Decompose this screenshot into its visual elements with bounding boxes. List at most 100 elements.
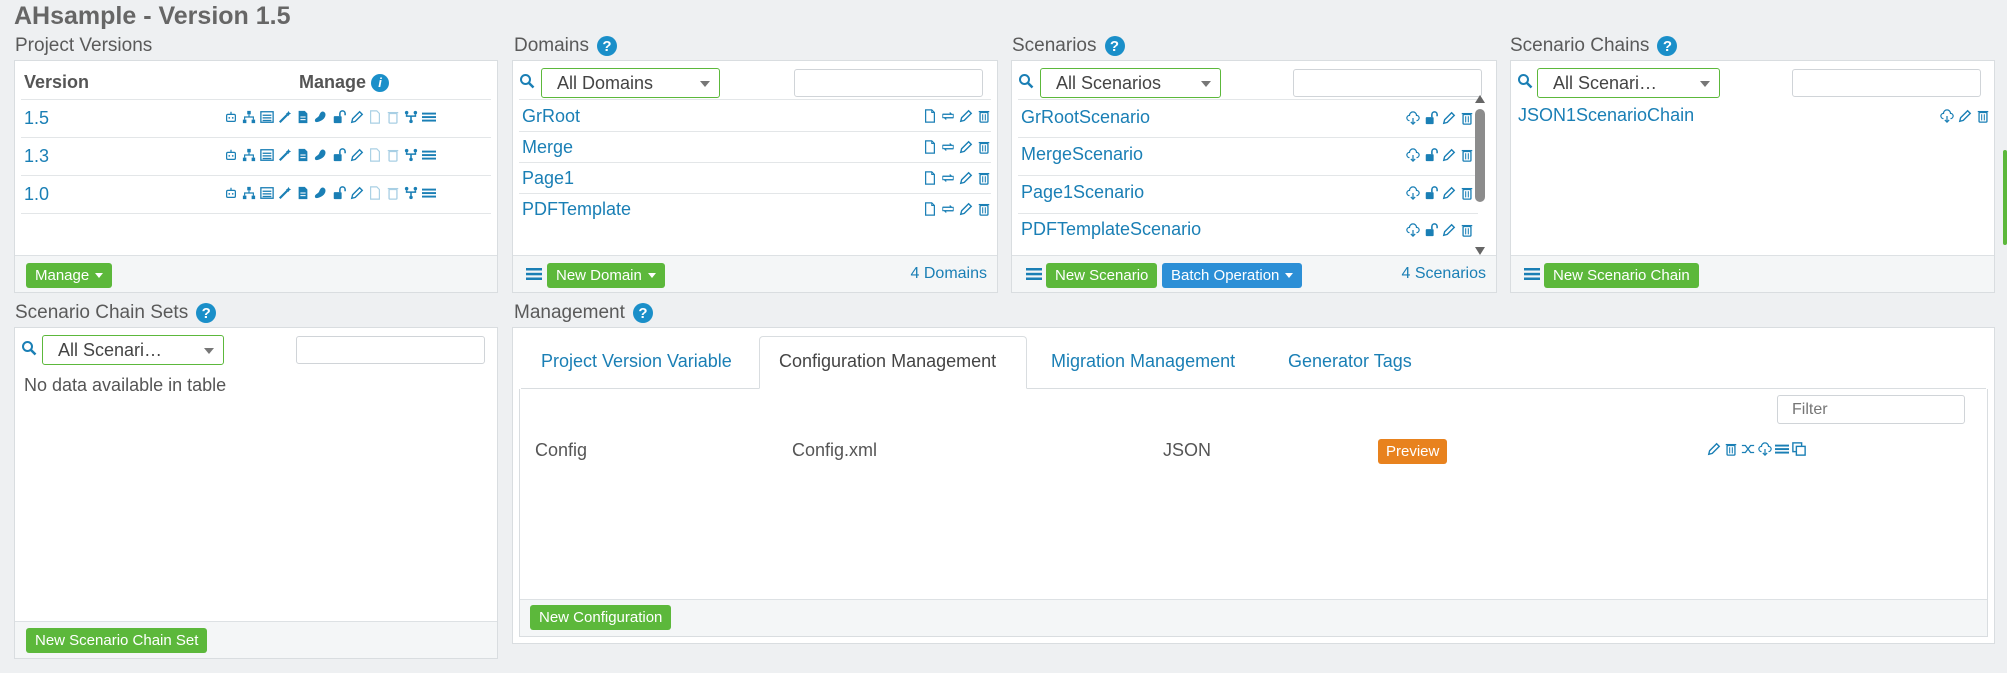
new-scenario-chain-button[interactable]: New Scenario Chain [1544,263,1699,288]
batch-operation-button[interactable]: Batch Operation [1162,263,1303,288]
magic-wand-icon[interactable] [278,109,292,125]
list-table-icon[interactable] [260,147,274,163]
trash-light-icon[interactable] [386,185,400,201]
pencil-icon[interactable] [350,185,364,201]
pencil-icon[interactable] [959,170,973,186]
fork-icon[interactable] [404,185,418,201]
scenario-chain-set-filter-select[interactable]: All Scenari… [42,335,224,365]
trash-icon[interactable] [1976,108,1990,124]
trash-icon[interactable] [977,170,991,186]
unlock-icon[interactable] [1424,147,1438,163]
trash-icon[interactable] [977,139,991,155]
unlock-icon[interactable] [1424,185,1438,201]
list-table-icon[interactable] [260,109,274,125]
pencil-icon[interactable] [959,139,973,155]
trash-icon[interactable] [977,108,991,124]
pencil-icon[interactable] [1442,147,1456,163]
trash-icon[interactable] [1460,185,1474,201]
help-icon[interactable]: ? [632,303,653,323]
help-icon[interactable]: ? [196,303,217,323]
preview-button[interactable]: Preview [1378,439,1448,464]
bean-icon[interactable] [314,147,328,163]
pencil-icon[interactable] [1707,441,1721,457]
tab-migration-management[interactable]: Migration Management [1051,351,1235,372]
tab-generator-tags[interactable]: Generator Tags [1288,351,1412,372]
scroll-up-icon[interactable] [1475,95,1485,103]
new-domain-button[interactable]: New Domain [547,263,665,288]
file-icon[interactable] [923,201,937,217]
document-icon[interactable] [296,147,310,163]
scenario-scrollbar[interactable] [1474,95,1486,255]
pencil-icon[interactable] [350,147,364,163]
info-icon[interactable]: i [371,73,390,92]
new-scenario-button[interactable]: New Scenario [1046,263,1158,288]
scenario-filter-select[interactable]: All Scenarios [1040,68,1221,98]
pencil-icon[interactable] [1442,185,1456,201]
robot-icon[interactable] [224,109,238,125]
cloud-download-icon[interactable] [1406,110,1420,126]
blank-doc-icon[interactable] [368,147,382,163]
trash-icon[interactable] [1460,110,1474,126]
pencil-icon[interactable] [1958,108,1972,124]
scenario-link[interactable]: Page1Scenario [1021,182,1144,203]
sitemap-icon[interactable] [242,147,256,163]
menu-icon[interactable] [422,185,436,201]
cloud-download-icon[interactable] [1406,185,1420,201]
version-link[interactable]: 1.3 [24,146,49,167]
list-table-icon[interactable] [260,185,274,201]
robot-icon[interactable] [224,185,238,201]
blank-doc-icon[interactable] [368,109,382,125]
robot-icon[interactable] [224,147,238,163]
scroll-down-icon[interactable] [1475,247,1485,255]
blank-doc-icon[interactable] [368,185,382,201]
file-icon[interactable] [923,170,937,186]
unlock-icon[interactable] [332,147,346,163]
scenario-search-input[interactable] [1293,69,1482,97]
file-icon[interactable] [923,139,937,155]
domain-link[interactable]: Page1 [522,168,574,189]
menu-icon[interactable] [422,147,436,163]
file-icon[interactable] [923,108,937,124]
domain-link[interactable]: Merge [522,137,573,158]
trash-light-icon[interactable] [386,109,400,125]
retweet-icon[interactable] [941,108,955,124]
unlock-icon[interactable] [332,109,346,125]
fork-icon[interactable] [404,147,418,163]
trash-light-icon[interactable] [386,147,400,163]
trash-icon[interactable] [1460,147,1474,163]
unlock-icon[interactable] [1424,222,1438,238]
list-menu-icon[interactable] [1026,267,1042,281]
bean-icon[interactable] [314,109,328,125]
retweet-icon[interactable] [941,201,955,217]
sitemap-icon[interactable] [242,185,256,201]
pencil-icon[interactable] [350,109,364,125]
scenario-link[interactable]: PDFTemplateScenario [1021,219,1201,240]
scenario-chain-filter-select[interactable]: All Scenari… [1537,68,1720,98]
tab-configuration-management[interactable]: Configuration Management [759,336,1027,389]
cloud-download-icon[interactable] [1406,147,1420,163]
tab-project-version-variable[interactable]: Project Version Variable [541,351,732,372]
scenario-link[interactable]: MergeScenario [1021,144,1143,165]
pencil-icon[interactable] [1442,222,1456,238]
help-icon[interactable]: ? [596,36,617,56]
pencil-icon[interactable] [959,108,973,124]
domain-filter-select[interactable]: All Domains [541,68,720,98]
retweet-icon[interactable] [941,139,955,155]
cloud-download-icon[interactable] [1406,222,1420,238]
magic-wand-icon[interactable] [278,147,292,163]
copy-icon[interactable] [1792,441,1806,457]
scroll-thumb[interactable] [1475,109,1485,202]
trash-icon[interactable] [1460,222,1474,238]
unlock-icon[interactable] [332,185,346,201]
version-link[interactable]: 1.0 [24,184,49,205]
magic-wand-icon[interactable] [278,185,292,201]
domain-search-input[interactable] [794,69,983,97]
scenario-link[interactable]: GrRootScenario [1021,107,1150,128]
list-menu-icon[interactable] [1524,267,1540,281]
document-icon[interactable] [296,109,310,125]
trash-icon[interactable] [977,201,991,217]
unlock-icon[interactable] [1424,110,1438,126]
trash-icon[interactable] [1724,441,1738,457]
pencil-icon[interactable] [959,201,973,217]
pencil-icon[interactable] [1442,110,1456,126]
